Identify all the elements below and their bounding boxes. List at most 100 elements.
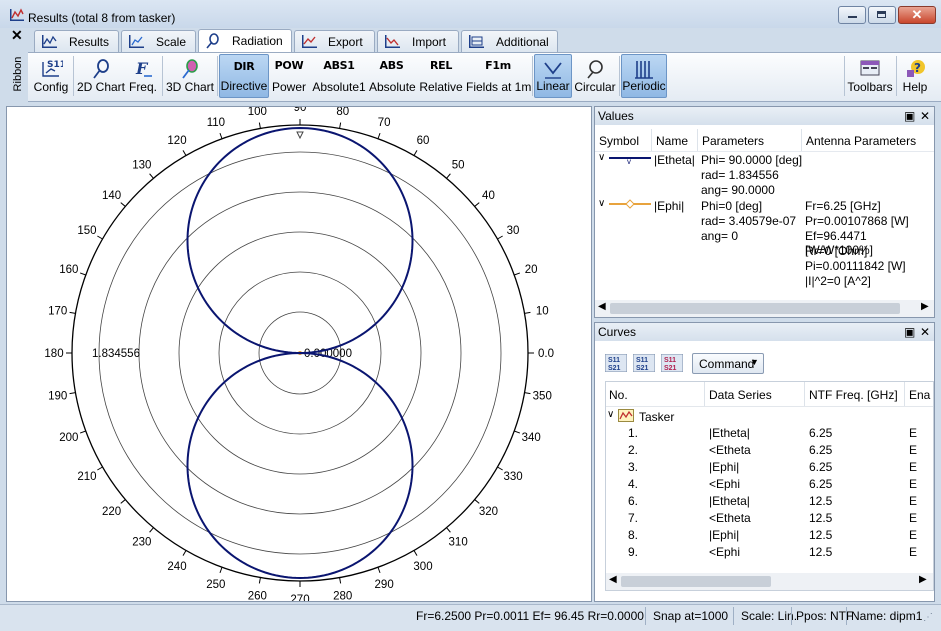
scroll-thumb[interactable] [621,576,771,587]
export-tab-icon [302,35,317,48]
directive-button[interactable]: DIR Directive [219,54,269,98]
column-enable[interactable]: Ena [909,388,930,402]
s11-s21-clear-icon[interactable]: S11S21 [661,354,683,372]
angle-label: 350 [533,391,552,403]
angle-label: 230 [132,536,151,548]
values-row-ephi[interactable]: ∨ |Ephi| Phi=0 [deg] rad= 3.40579e-07 an… [595,198,934,293]
column-no[interactable]: No. [609,388,628,402]
relative-button[interactable]: REL Relative [417,54,465,98]
help-button[interactable]: ? Help [899,54,931,98]
ribbon-button-label: Power [271,80,306,94]
curve-row[interactable]: 1. |Etheta| 6.25 E [606,425,933,442]
svg-text:S11: S11 [664,357,676,364]
absolute1-button[interactable]: ABS1 Absolute1 [310,54,368,98]
values-row-etheta[interactable]: ∨ v |Etheta| Phi= 90.0000 [deg] rad= 1.8… [595,152,934,197]
series-name: |Ephi| [654,199,685,213]
curve-row[interactable]: 9. <Ephi 12.5 E [606,544,933,561]
status-separator [733,607,734,625]
power-button[interactable]: POW Power [271,54,307,98]
close-pane-icon[interactable]: ✕ [920,323,930,341]
close-window-button[interactable]: ✕ [898,6,936,24]
curve-row[interactable]: 4. <Ephi 6.25 E [606,476,933,493]
status-snap: Snap at=1000 [653,609,729,623]
absolute-button[interactable]: ABS Absolute [369,54,416,98]
ribbon-side-label: Ribbon [12,56,24,92]
curve-row[interactable]: 7. <Etheta 12.5 E [606,510,933,527]
fields-at-1m-button[interactable]: F1m Fields at 1m [466,54,532,98]
param-line: rad= 1.834556 [701,168,779,182]
maximize-button[interactable] [868,6,896,24]
angle-label: 20 [525,264,538,276]
angle-label: 150 [77,225,96,237]
linear-button[interactable]: Linear [534,54,572,98]
f1m-icon: F1m [485,59,511,72]
angle-tick [79,272,86,276]
angle-tick [69,311,76,314]
3d-chart-button[interactable]: 3D Chart [165,54,215,98]
2d-chart-button[interactable]: 2D Chart [76,54,126,98]
close-pane-icon[interactable]: ✕ [920,107,930,125]
tasker-group-row[interactable]: ∨ Tasker [606,408,933,425]
float-pane-icon[interactable]: ▣ [904,107,915,125]
scroll-left-icon[interactable]: ◀ [598,301,606,312]
polar-radiation-chart[interactable]: 0.0 10 20 30 40 50 60 70 80 90 100 110 120 130 140 150 1… [7,102,591,606]
scroll-thumb[interactable] [610,303,900,314]
tab-scale[interactable]: Scale [121,30,196,52]
float-pane-icon[interactable]: ▣ [904,323,915,341]
scroll-right-icon[interactable]: ▶ [921,301,929,312]
angle-tick [377,567,381,574]
etheta-symbol: v [609,157,651,164]
ribbon-button-label: 3D Chart [165,80,215,94]
scroll-right-icon[interactable]: ▶ [919,574,927,585]
column-symbol[interactable]: Symbol [599,134,639,148]
toolbars-button[interactable]: Toolbars [847,54,893,98]
config-button[interactable]: S11 Config [31,54,71,98]
s11-s21-select-icon[interactable]: S11S21 [633,354,655,372]
curve-row[interactable]: 8. |Ephi| 12.5 E [606,527,933,544]
column-antenna-parameters[interactable]: Antenna Parameters [806,134,916,148]
3d-chart-icon [182,59,198,79]
angle-tick [339,577,342,584]
angle-label: 60 [417,135,430,147]
angle-tick [524,311,531,314]
curves-rows: 1. |Etheta| 6.25 E 2. <Etheta 6.25 E 3. |Ephi| 6.2… [606,425,933,561]
circular-button[interactable]: Circular [574,54,616,98]
curve-series: |Ephi| [709,460,740,474]
column-data-series[interactable]: Data Series [709,388,772,402]
curve-row[interactable]: 6. |Etheta| 12.5 E [606,493,933,510]
minimize-button[interactable] [838,6,866,24]
angle-label: 140 [102,190,121,202]
scroll-left-icon[interactable]: ◀ [609,574,617,585]
angle-label: 270 [290,594,309,601]
column-ntf-freq[interactable]: NTF Freq. [GHz] [809,388,898,402]
column-name[interactable]: Name [656,134,688,148]
app-chart-icon [10,8,24,21]
curve-series: <Etheta [709,511,751,525]
angle-tick [219,132,223,139]
ribbon-button-label: Help [902,80,928,94]
tab-radiation[interactable]: Radiation [198,29,292,53]
curve-enabled: E [909,545,918,559]
s11-s21-icon[interactable]: S11S21 [605,354,627,372]
angle-label: 310 [449,536,468,548]
values-hscrollbar[interactable]: ◀ ▶ [595,300,934,317]
curve-row[interactable]: 3. |Ephi| 6.25 E [606,459,933,476]
freq-button[interactable]: F Freq. [127,54,159,98]
tab-results[interactable]: Results [34,30,119,52]
ribbon-button-label: Fields at 1m [466,80,532,94]
command-dropdown[interactable]: Command ▼ [692,353,764,374]
ribbon-separator [73,56,74,96]
ribbon-button-label: Config [33,80,69,94]
resize-grip-icon[interactable]: ⋰ [923,612,933,623]
angle-label: 290 [375,579,394,591]
tab-export[interactable]: Export [294,30,375,52]
tab-additional[interactable]: Additional [461,30,558,52]
angle-label: 50 [452,160,465,172]
column-parameters[interactable]: Parameters [702,134,764,148]
angle-label: 80 [336,107,349,118]
curve-row[interactable]: 2. <Etheta 6.25 E [606,442,933,459]
status-name: Name: dipm1 [851,609,923,623]
curves-hscrollbar[interactable]: ◀ ▶ [606,573,933,590]
tab-import[interactable]: Import [377,30,459,52]
periodic-button[interactable]: Periodic [621,54,667,98]
